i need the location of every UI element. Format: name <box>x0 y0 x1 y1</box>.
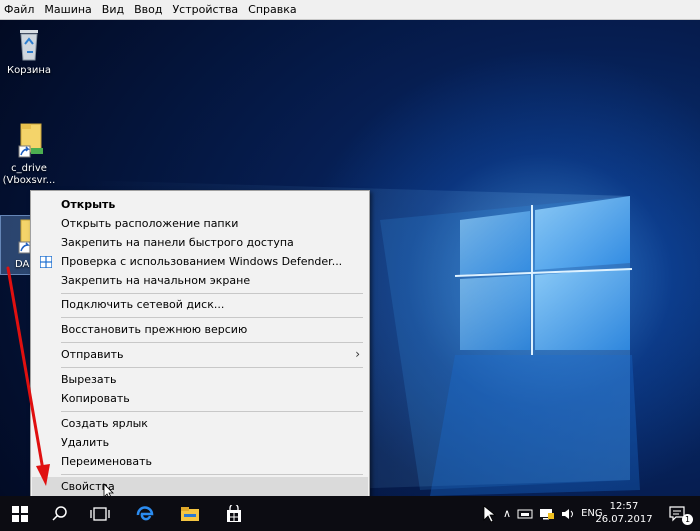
menu-help[interactable]: Справка <box>243 0 301 20</box>
edge-button[interactable] <box>125 496 165 531</box>
windows-logo-icon <box>12 505 28 522</box>
task-view-icon <box>90 506 110 521</box>
menu-item-defender-scan[interactable]: Проверка с использованием Windows Defend… <box>32 252 368 271</box>
clock[interactable]: 12:57 26.07.2017 <box>594 500 654 526</box>
menu-item-pin-start[interactable]: Закрепить на начальном экране <box>32 271 368 290</box>
vm-menubar: Файл Машина Вид Ввод Устройства Справка <box>0 0 700 20</box>
menu-item-map-network-drive[interactable]: Подключить сетевой диск... <box>32 295 368 314</box>
context-menu: Открыть Открыть расположение папки Закре… <box>30 190 370 500</box>
menu-input[interactable]: Ввод <box>129 0 167 20</box>
menu-item-open-location[interactable]: Открыть расположение папки <box>32 214 368 233</box>
menu-item-label: Отправить <box>61 348 124 361</box>
network-adapter-icon[interactable] <box>517 508 533 520</box>
store-button[interactable] <box>214 496 254 531</box>
clock-time: 12:57 <box>609 501 639 512</box>
menu-separator <box>61 474 363 475</box>
menu-item-label: Проверка с использованием Windows Defend… <box>61 255 343 268</box>
system-tray: ∧ ENG <box>483 496 607 531</box>
action-center-button[interactable]: 1 <box>660 496 696 531</box>
menu-item-copy[interactable]: Копировать <box>32 389 368 408</box>
shortcut-folder-icon <box>18 123 43 158</box>
menu-machine[interactable]: Машина <box>39 0 96 20</box>
menu-item-pin-quick-access[interactable]: Закрепить на панели быстрого доступа <box>32 233 368 252</box>
task-view-button[interactable] <box>80 496 120 531</box>
show-hidden-icons-icon[interactable]: ∧ <box>503 507 511 520</box>
menu-devices[interactable]: Устройства <box>167 0 243 20</box>
menu-separator <box>61 317 363 318</box>
taskbar: ∧ ENG 12:57 26.07.2017 1 <box>0 496 700 531</box>
menu-separator <box>61 342 363 343</box>
menu-file[interactable]: Файл <box>0 0 39 20</box>
edge-browser-icon <box>136 505 154 520</box>
menu-item-send-to[interactable]: Отправить › <box>32 345 368 364</box>
desktop-icon-label: Корзина <box>6 65 52 76</box>
desktop-icon-label: c_drive <box>11 163 47 174</box>
search-button[interactable] <box>40 496 80 531</box>
speaker-icon[interactable] <box>561 508 575 520</box>
menu-item-restore-previous[interactable]: Восстановить прежнюю версию <box>32 320 368 339</box>
store-bag-icon <box>227 504 241 522</box>
menu-item-delete[interactable]: Удалить <box>32 433 368 452</box>
menu-item-rename[interactable]: Переименовать <box>32 452 368 471</box>
menu-item-properties[interactable]: Свойства <box>32 477 368 496</box>
search-icon <box>52 505 67 521</box>
start-button[interactable] <box>0 496 40 531</box>
clock-date: 26.07.2017 <box>595 514 653 525</box>
notification-badge: 1 <box>682 514 693 525</box>
desktop-icon-recycle-bin[interactable]: Корзина <box>0 26 58 77</box>
folder-icon <box>181 506 199 521</box>
menu-separator <box>61 411 363 412</box>
menu-view[interactable]: Вид <box>97 0 129 20</box>
menu-item-create-shortcut[interactable]: Создать ярлык <box>32 414 368 433</box>
chevron-right-icon: › <box>355 347 360 361</box>
desktop-icon-c-drive[interactable]: c_drive (Vboxsvr... <box>0 120 58 187</box>
desktop-icon-label-2: (Vboxsvr... <box>2 175 56 186</box>
menu-separator <box>61 293 363 294</box>
menu-separator <box>61 367 363 368</box>
menu-item-open[interactable]: Открыть <box>32 195 368 214</box>
file-explorer-button[interactable] <box>170 496 210 531</box>
display-icon[interactable] <box>539 508 555 520</box>
menu-item-cut[interactable]: Вырезать <box>32 370 368 389</box>
windows-defender-icon <box>40 256 52 268</box>
recycle-bin-icon <box>20 30 38 61</box>
mouse-cursor-icon <box>483 504 497 523</box>
